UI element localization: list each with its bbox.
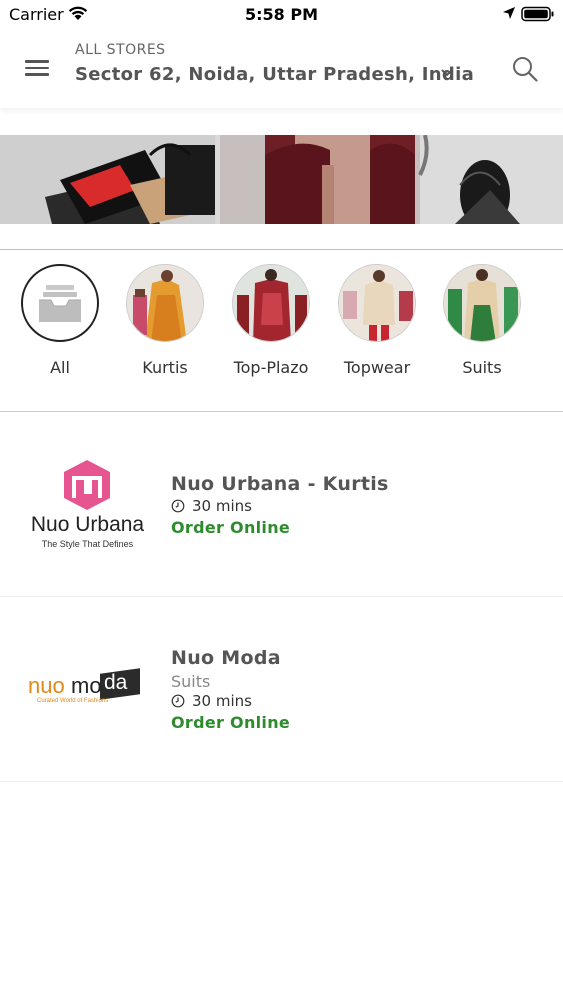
store-card[interactable]: Nuo Urbana The Style That Defines Nuo Ur… [0,412,563,597]
category-label: Suits [462,358,502,377]
logo-text: nuo [28,673,65,698]
logo-tagline: Curated World of Fashions [37,698,109,704]
logo-text: da [104,671,128,694]
battery-icon [521,6,554,22]
category-image[interactable] [338,264,416,342]
logo-text: mo [71,673,102,698]
store-card[interactable]: nuo mo da Curated World of Fashions Nuo … [0,597,563,782]
order-online-link[interactable]: Order Online [171,518,290,537]
app-header: ALL STORES Sector 62, Noida, Uttar Prade… [0,30,563,108]
category-all[interactable]: All [20,264,100,377]
all-stores-label: ALL STORES [75,42,166,58]
chevron-down-icon[interactable] [440,68,454,78]
store-category: Suits [171,672,211,691]
logo-text: Nuo Urbana [30,513,145,536]
category-image[interactable] [232,264,310,342]
divider [0,249,563,250]
status-bar: Carrier 5:58 PM [0,0,563,30]
category-topwear[interactable]: Topwear [337,264,417,377]
category-label: Top-Plazo [233,358,309,377]
nuo-urbana-logo: Nuo Urbana The Style That Defines [20,458,155,554]
location-arrow-icon [503,7,515,19]
clock-icon [171,694,185,708]
clock: 5:58 PM [244,5,318,24]
delivery-time-text: 30 mins [192,497,252,515]
category-all-circle[interactable] [21,264,99,342]
store-name[interactable]: Nuo Moda [171,647,281,669]
delivery-time-text: 30 mins [192,692,252,710]
category-label: Kurtis [142,358,188,377]
category-image[interactable] [443,264,521,342]
location-selector[interactable]: Sector 62, Noida, Uttar Pradesh, India [75,64,474,85]
category-kurtis[interactable]: Kurtis [125,264,205,377]
order-online-link[interactable]: Order Online [171,713,290,732]
delivery-time: 30 mins [171,692,252,710]
delivery-time: 30 mins [171,497,252,515]
search-icon[interactable] [511,55,539,83]
store-name[interactable]: Nuo Urbana - Kurtis [171,473,389,495]
category-top-plazo[interactable]: Top-Plazo [231,264,311,377]
category-image[interactable] [126,264,204,342]
nuo-moda-logo: nuo mo da Curated World of Fashions [28,668,163,709]
menu-icon[interactable] [25,60,49,78]
category-label: Topwear [343,358,411,377]
clock-icon [171,499,185,513]
category-label: All [50,358,70,377]
promo-banner[interactable] [0,135,563,224]
category-suits[interactable]: Suits [442,264,522,377]
tray-icon [39,285,81,322]
logo-tagline: The Style That Defines [41,539,134,549]
